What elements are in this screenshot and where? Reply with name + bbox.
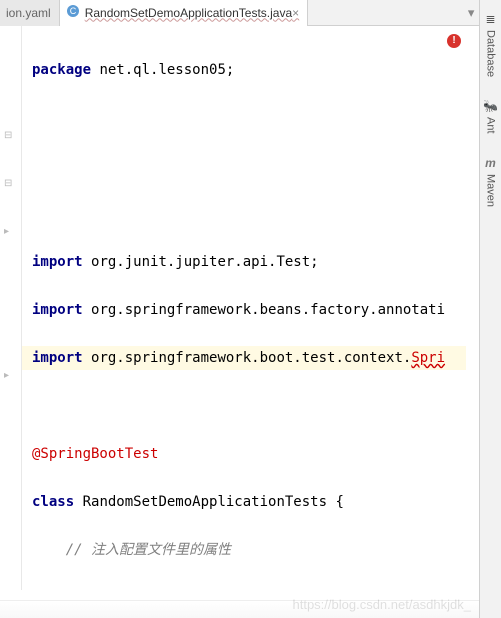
right-toolwindow-bar: ≣ Database 🐜 Ant m Maven xyxy=(479,0,501,618)
editor-area: ⊟ ⊟ ▸ ▸ package net.ql.lesson05; import … xyxy=(0,26,501,590)
import-class-error: Spri xyxy=(411,350,445,366)
error-badge-icon[interactable]: ! xyxy=(447,34,461,48)
import-class: Test xyxy=(276,254,310,270)
tab-label: ion.yaml xyxy=(6,6,51,20)
tool-label: Database xyxy=(485,30,497,77)
tool-label: Maven xyxy=(485,174,497,207)
maven-icon: m xyxy=(485,156,496,170)
keyword: package xyxy=(32,62,91,78)
code-content[interactable]: package net.ql.lesson05; import org.juni… xyxy=(22,26,489,590)
tab-yaml[interactable]: ion.yaml xyxy=(0,0,60,26)
fold-icon[interactable]: ⊟ xyxy=(4,178,12,189)
import-path: org.springframework.beans.factory.annota… xyxy=(91,302,445,318)
fold-icon[interactable]: ⊟ xyxy=(4,130,12,141)
keyword: import xyxy=(32,302,83,318)
ant-icon: 🐜 xyxy=(483,99,498,113)
tool-label: Ant xyxy=(485,117,497,134)
tab-java-active[interactable]: C RandomSetDemoApplicationTests.java × xyxy=(60,0,308,26)
run-icon[interactable]: ▸ xyxy=(4,370,9,381)
editor-tabs: ion.yaml C RandomSetDemoApplicationTests… xyxy=(0,0,501,26)
tool-database[interactable]: ≣ Database xyxy=(483,6,499,83)
database-icon: ≣ xyxy=(485,12,495,26)
keyword: import xyxy=(32,254,83,270)
gutter: ⊟ ⊟ ▸ ▸ xyxy=(0,26,22,590)
watermark: https://blog.csdn.net/asdhkjdk_ xyxy=(292,597,471,612)
close-icon[interactable]: × xyxy=(292,6,299,20)
pin-icon[interactable]: ▾ xyxy=(468,5,475,21)
annotation-springboottest: @SpringBootTest xyxy=(32,446,158,462)
tool-ant[interactable]: 🐜 Ant xyxy=(481,93,500,140)
keyword: class xyxy=(32,494,74,510)
keyword: import xyxy=(32,350,83,366)
tab-label: RandomSetDemoApplicationTests.java xyxy=(85,6,292,20)
svg-text:C: C xyxy=(69,6,76,16)
package-name: net.ql.lesson05; xyxy=(99,62,234,78)
tool-maven[interactable]: m Maven xyxy=(483,150,499,213)
comment: // 注入配置文件里的属性 xyxy=(66,542,231,558)
import-path: org.junit.jupiter.api. xyxy=(91,254,276,270)
class-decl: RandomSetDemoApplicationTests { xyxy=(83,494,344,510)
import-path: org.springframework.boot.test.context. xyxy=(91,350,411,366)
run-icon[interactable]: ▸ xyxy=(4,226,9,237)
java-class-icon: C xyxy=(66,4,80,21)
